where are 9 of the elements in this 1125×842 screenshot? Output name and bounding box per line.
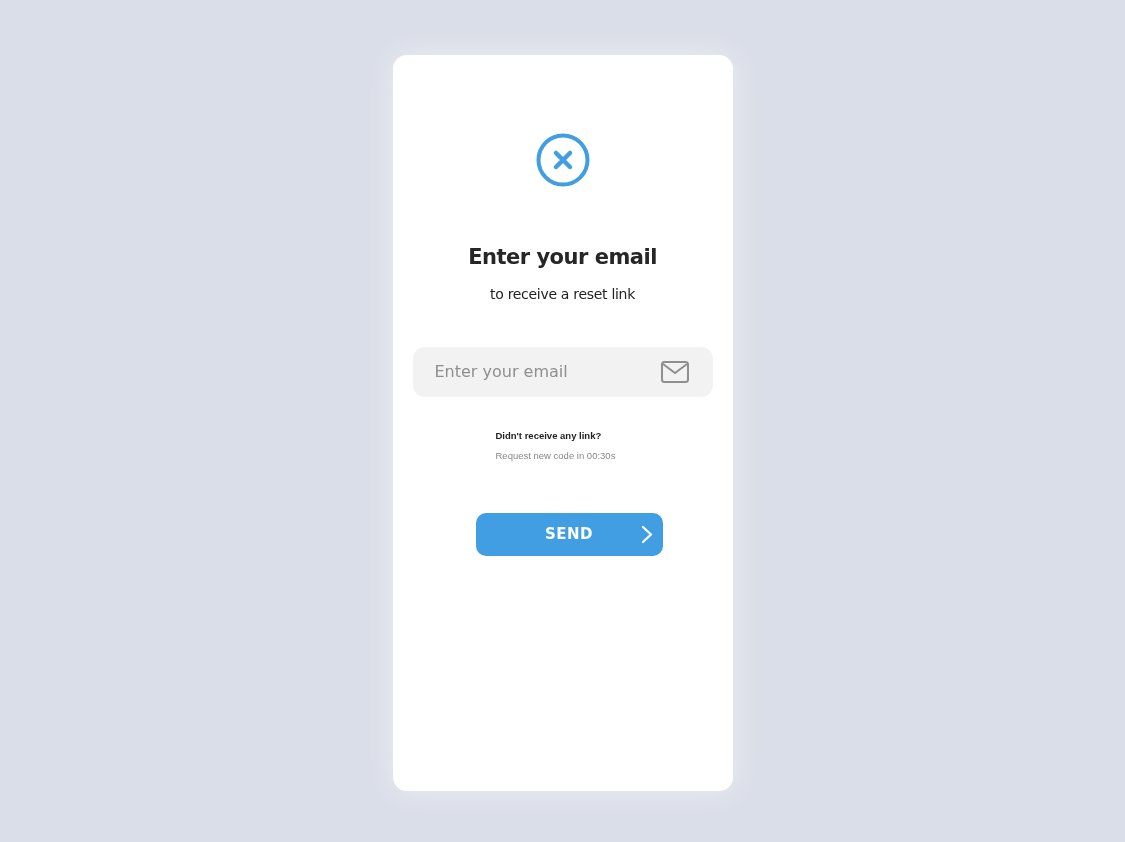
resend-timer: Request new code in 00:30s [495, 448, 617, 463]
email-field[interactable]: Enter your email [412, 346, 713, 397]
close-icon[interactable] [535, 133, 590, 187]
heading: Enter your email [468, 244, 657, 271]
send-button[interactable]: SEND [475, 513, 663, 556]
resend-question: Didn't receive any link? [495, 428, 603, 443]
subheading: to receive a reset link [490, 284, 635, 304]
envelope-icon [660, 360, 689, 383]
chevron-right-icon [640, 525, 653, 544]
